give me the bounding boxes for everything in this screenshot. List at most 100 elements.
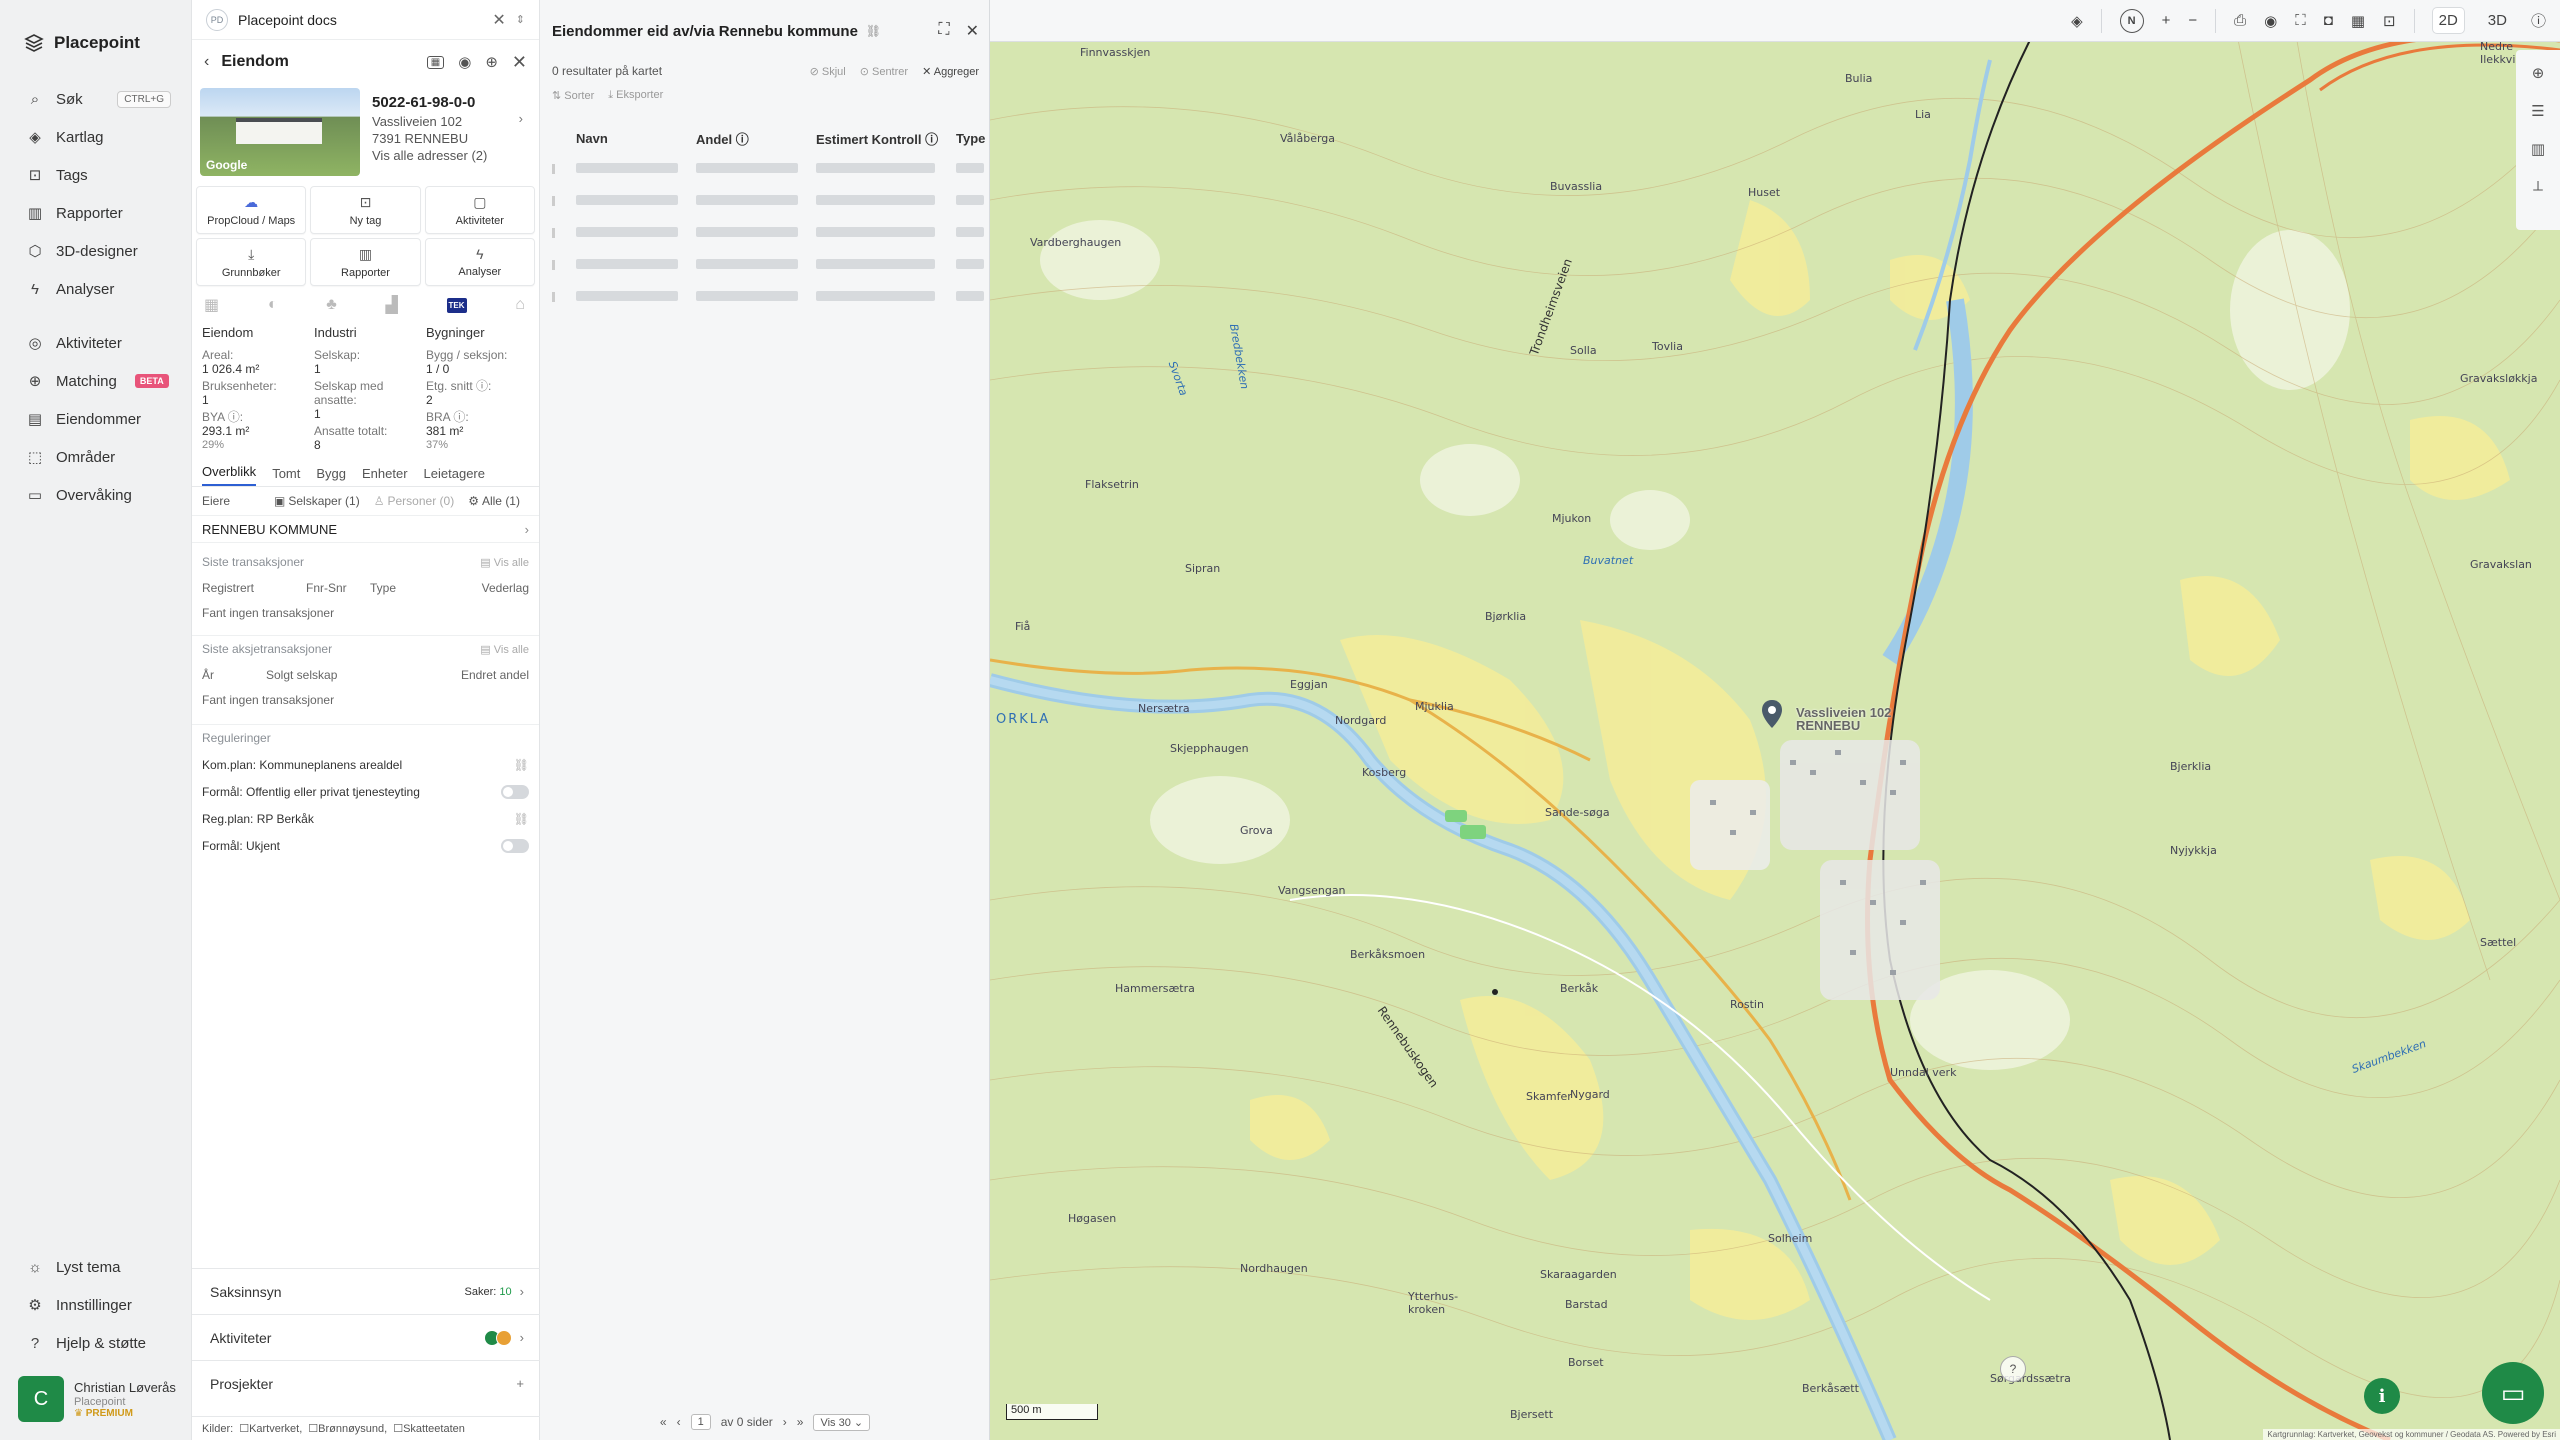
close-icon[interactable]: ✕ [512,52,527,73]
source-link[interactable]: ☐Skatteetaten [393,1422,465,1435]
propcloud-button[interactable]: ☁ PropCloud / Maps [196,186,307,234]
owner-row[interactable]: RENNEBU KOMMUNE › [192,515,539,543]
all-addresses-link[interactable]: Vis alle adresser (2) [372,147,531,164]
map-tool-draw-icon[interactable]: ⊕ [2532,64,2545,82]
expand-icon[interactable]: ⛶ [938,21,949,41]
nav-item-analyser[interactable]: ϟ Analyser [0,270,191,308]
zoom-out-icon[interactable]: − [2188,12,2197,29]
tek-layer-icon[interactable]: TEK [446,297,467,313]
chevron-right-icon[interactable]: › [519,110,523,127]
sort-button[interactable]: ⇅ Sorter [552,89,594,102]
nav-item-overvaking[interactable]: ▭ Overvåking [0,476,191,514]
chevron-updown-icon[interactable]: ⇕ [516,13,525,26]
prev-page-icon[interactable]: ‹ [677,1415,681,1429]
column-header[interactable]: Navn [576,131,696,146]
map-tool-measure-icon[interactable]: ⟂ [2533,178,2543,195]
mode-3d-button[interactable]: 3D [2482,8,2513,33]
clear-icon[interactable]: ✕ [492,10,505,30]
globe-layer-icon[interactable]: ◐ [268,296,278,314]
eye-icon[interactable]: ◉ [2264,12,2277,30]
source-link[interactable]: ☐Brønnøysund, [308,1422,387,1435]
nav-item-omrader[interactable]: ⬚ Områder [0,438,191,476]
street-view-thumbnail[interactable]: Google [200,88,360,176]
zoom-in-icon[interactable]: + [2162,12,2171,29]
export-button[interactable]: ⤓ Eksporter [608,89,663,102]
grid-layer-icon[interactable]: ▦ [204,295,219,315]
column-header[interactable]: Andel ⓘ [696,129,816,148]
nav-item-matching[interactable]: ⊕ Matching BETA [0,362,191,400]
saksinnsyn-section[interactable]: Saksinnsyn Saker: 10 › [192,1268,540,1314]
nav-item-search[interactable]: ⌕ Søk CTRL+G [0,80,191,118]
home-layer-icon[interactable]: ⌂ [515,296,525,314]
map-canvas[interactable]: Finnvasskjen Vålåberga Bulia Lia Nedre I… [990,0,2560,1440]
reports-button[interactable]: ▥ Rapporter [310,238,421,286]
tab-enheter[interactable]: Enheter [362,466,408,486]
new-tag-button[interactable]: ⊡ Ny tag [310,186,421,234]
aggregate-button[interactable]: ✕ Aggreger [922,65,979,78]
regulation-kommuneplan[interactable]: Kom.plan: Kommuneplanens arealdel ⛓ [202,751,529,778]
regulation-toggle[interactable] [501,784,529,799]
chat-button[interactable]: ▭ [2482,1362,2544,1424]
grunnboker-button[interactable]: ⤓ Grunnbøker [196,238,307,286]
link-icon[interactable]: ⛓ [514,758,529,772]
nav-item-tags[interactable]: ⊡ Tags [0,156,191,194]
map-layers-icon[interactable]: ◈ [2071,12,2083,30]
nav-item-settings[interactable]: ⚙ Innstillinger [0,1286,192,1324]
add-icon[interactable]: + [516,1376,524,1391]
nav-item-light-theme[interactable]: ☼ Lyst tema [0,1248,192,1286]
last-page-icon[interactable]: » [797,1415,804,1429]
per-page-select[interactable]: Vis 30 ⌄ [813,1413,871,1431]
help-icon[interactable]: ? [2000,1356,2026,1382]
grid-icon[interactable]: ▦ [2351,12,2365,30]
tab-leietagere[interactable]: Leietagere [424,466,485,486]
location-pin-icon[interactable] [1762,700,1782,728]
mode-2d-button[interactable]: 2D [2432,8,2464,33]
close-icon[interactable]: ✕ [966,21,979,41]
nav-item-eiendommer[interactable]: ▤ Eiendommer [0,400,191,438]
filter-persons[interactable]: ♙ Personer (0) [374,494,454,508]
link-icon[interactable]: ⛓ [866,24,881,38]
user-profile[interactable]: C Christian Løverås Placepoint ♛ PREMIUM [18,1376,182,1422]
next-page-icon[interactable]: › [783,1415,787,1429]
brand[interactable]: Placepoint [0,0,191,64]
show-all-stock[interactable]: ▤ Vis alle [480,643,529,656]
filter-all[interactable]: ⚙ Alle (1) [468,494,520,508]
plant-layer-icon[interactable]: ♣ [326,296,337,314]
eye-icon[interactable]: ◉ [458,53,471,71]
nav-item-aktiviteter[interactable]: ◎ Aktiviteter [0,324,191,362]
tab-bygg[interactable]: Bygg [316,466,346,486]
page-input[interactable]: 1 [690,1414,711,1430]
column-header[interactable]: Estimert Kontroll ⓘ [816,129,956,148]
analyses-button[interactable]: ϟ Analyser [424,238,535,286]
info-icon[interactable]: ⓘ [2531,10,2546,31]
hide-button[interactable]: ⊘ Skjul [810,65,846,78]
center-button[interactable]: ⊙ Sentrer [860,65,908,78]
nav-item-help[interactable]: ? Hjelp & støtte [0,1324,192,1362]
regulation-toggle[interactable] [501,838,529,853]
map-tool-chart-icon[interactable]: ▥ [2531,140,2545,158]
document-selector[interactable]: PD Placepoint docs ✕ ⇕ [192,0,539,40]
info-button[interactable]: i [2364,1378,2400,1414]
target-icon[interactable]: ⊕ [485,53,498,71]
source-link[interactable]: ☐Kartverket, [239,1422,302,1435]
show-all-transactions[interactable]: ▤ Vis alle [480,556,529,569]
activities-button[interactable]: ▢ Aktiviteter [424,186,535,234]
regulation-regplan[interactable]: Reg.plan: RP Berkåk ⛓ [202,805,529,832]
link-icon[interactable]: ⛓ [514,812,529,826]
fullscreen-icon[interactable]: ⛶ [2295,12,2306,29]
nav-item-kartlag[interactable]: ◈ Kartlag [0,118,191,156]
print-icon[interactable]: ⎙ [2234,12,2246,29]
nav-item-rapporter[interactable]: ▥ Rapporter [0,194,191,232]
tab-overblikk[interactable]: Overblikk [202,464,257,486]
filter-companies[interactable]: ▣ Selskaper (1) [274,494,360,508]
nav-item-3d-designer[interactable]: ⬡ 3D-designer [0,232,191,270]
compass-icon[interactable]: N [2119,8,2144,33]
map-tool-layers-icon[interactable]: ☰ [2531,102,2544,120]
bookmark-icon[interactable]: ⊡ [2383,12,2396,30]
prosjekter-section[interactable]: Prosjekter + [192,1360,540,1406]
aktiviteter-section[interactable]: Aktiviteter › [192,1314,540,1360]
tab-tomt[interactable]: Tomt [272,466,300,486]
first-page-icon[interactable]: « [660,1415,667,1429]
bars-layer-icon[interactable]: ▟ [386,295,398,315]
map-layer-icon[interactable]: ▦ [426,55,445,69]
